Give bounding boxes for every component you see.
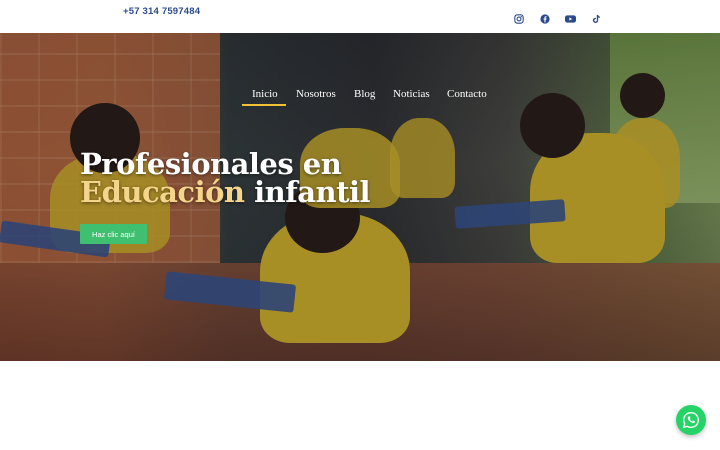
nav-item-noticias[interactable]: Noticias — [393, 88, 430, 100]
nav-item-contacto[interactable]: Contacto — [447, 88, 487, 100]
nav-active-indicator — [242, 104, 286, 106]
whatsapp-icon — [682, 411, 699, 429]
hero-title-line2: infantil — [254, 175, 371, 209]
youtube-icon[interactable] — [565, 11, 577, 23]
top-bar: +57 314 7597484 — [0, 0, 720, 33]
instagram-icon[interactable] — [514, 11, 526, 24]
nav-item-blog[interactable]: Blog — [354, 88, 375, 100]
hero-title: Profesionales en Educación infantil — [80, 150, 371, 209]
tiktok-icon[interactable] — [591, 11, 603, 23]
hero-cta-button[interactable]: Haz clic aquí — [80, 224, 147, 244]
nav-item-nosotros[interactable]: Nosotros — [296, 88, 336, 100]
whatsapp-button[interactable] — [676, 405, 706, 435]
nav-item-inicio[interactable]: Inicio — [252, 88, 278, 100]
facebook-icon[interactable] — [540, 11, 552, 24]
phone-number[interactable]: +57 314 7597484 — [123, 6, 200, 17]
hero-title-line2-highlight: Educación — [80, 175, 245, 209]
